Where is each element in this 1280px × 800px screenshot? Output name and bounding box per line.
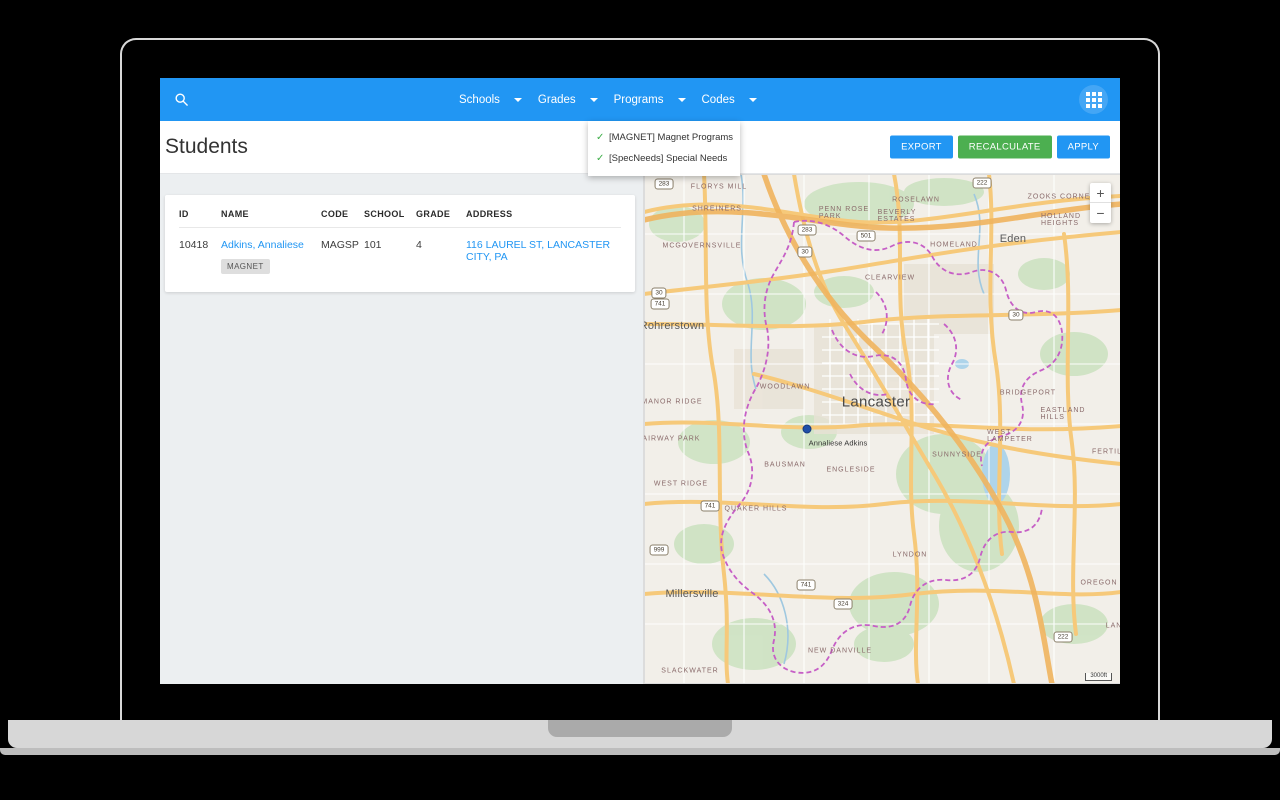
map-panel[interactable]: FLORYS MILL SHREINERS MCGOVERNSVILLE PENN R… xyxy=(643,174,1120,684)
dropdown-label-specneeds: [SpecNeeds] Special Needs xyxy=(609,153,728,164)
map-route-shield: 283 xyxy=(654,178,674,190)
column-header-school: SCHOOL xyxy=(364,209,416,228)
laptop-foot xyxy=(0,748,1280,755)
column-header-grade: GRADE xyxy=(416,209,466,228)
column-header-id: ID xyxy=(179,209,221,228)
content-area: ID NAME CODE SCHOOL GRADE ADDRESS 10418 xyxy=(160,174,1120,684)
map-route-shield: 741 xyxy=(796,579,816,591)
students-table: ID NAME CODE SCHOOL GRADE ADDRESS 10418 xyxy=(179,209,621,274)
apply-button[interactable]: APPLY xyxy=(1056,135,1110,159)
nav-label-codes: Codes xyxy=(701,93,735,106)
export-button[interactable]: EXPORT xyxy=(890,135,953,159)
students-list-pane: ID NAME CODE SCHOOL GRADE ADDRESS 10418 xyxy=(160,174,643,684)
map-route-shield: 324 xyxy=(833,598,853,610)
apps-grid-icon xyxy=(1085,91,1102,108)
header-actions: EXPORT RECALCULATE APPLY xyxy=(890,135,1110,159)
status-badge-magnet: MAGNET xyxy=(221,259,270,274)
nav-label-schools: Schools xyxy=(459,93,500,106)
nav-item-schools[interactable]: Schools xyxy=(450,78,529,121)
programs-dropdown-menu: ✓ [MAGNET] Magnet Programs ✓ [SpecNeeds]… xyxy=(588,121,740,176)
check-icon: ✓ xyxy=(596,132,605,143)
nav-label-grades: Grades xyxy=(537,93,576,106)
nav-label-programs: Programs xyxy=(613,93,664,106)
cell-code: MAGSP xyxy=(321,239,359,251)
nav-item-grades[interactable]: Grades xyxy=(529,78,605,121)
cell-address: 116 LAUREL ST, LANCASTER CITY, PA xyxy=(466,228,621,275)
cell-school: 101 xyxy=(364,239,382,251)
map-scale-bar: 3000ft xyxy=(1085,673,1112,681)
dropdown-item-specneeds[interactable]: ✓ [SpecNeeds] Special Needs xyxy=(588,148,740,169)
column-header-name: NAME xyxy=(221,209,321,228)
map-zoom-controls: + − xyxy=(1090,183,1111,223)
trackpad-notch xyxy=(548,720,732,737)
column-header-code: CODE xyxy=(321,209,364,228)
screen: Schools Grades Programs Codes ✓ [MAGNET]… xyxy=(160,78,1120,684)
app-bar: Schools Grades Programs Codes xyxy=(160,78,1120,121)
dropdown-label-magnet: [MAGNET] Magnet Programs xyxy=(609,132,734,143)
table-header-row: ID NAME CODE SCHOOL GRADE ADDRESS xyxy=(179,209,621,228)
chevron-down-icon xyxy=(513,97,522,102)
cell-name: Adkins, Annaliese MAGNET xyxy=(221,228,321,274)
column-header-address: ADDRESS xyxy=(466,209,621,228)
search-icon[interactable] xyxy=(166,85,196,115)
page-title: Students xyxy=(165,135,248,158)
map-route-shield: 283 xyxy=(797,224,817,236)
map-canvas xyxy=(644,174,1120,684)
map-route-shield: 501 xyxy=(856,230,876,242)
cell-id: 10418 xyxy=(179,239,209,251)
nav-item-codes[interactable]: Codes xyxy=(693,78,764,121)
student-name-link[interactable]: Adkins, Annaliese xyxy=(221,239,304,251)
map-route-shield: 741 xyxy=(700,500,720,512)
recalculate-button[interactable]: RECALCULATE xyxy=(957,135,1052,159)
chevron-down-icon xyxy=(677,97,686,102)
nav-item-programs[interactable]: Programs xyxy=(605,78,693,121)
map-marker-student[interactable] xyxy=(802,424,812,434)
map-route-shield: 741 xyxy=(650,298,670,310)
map-route-shield: 222 xyxy=(1053,631,1073,643)
dropdown-item-magnet[interactable]: ✓ [MAGNET] Magnet Programs xyxy=(588,127,740,148)
map-zoom-in-button[interactable]: + xyxy=(1090,183,1111,203)
table-row[interactable]: 10418 Adkins, Annaliese MAGNET MAGSP 101… xyxy=(179,228,621,275)
laptop-frame: Schools Grades Programs Codes ✓ [MAGNET]… xyxy=(0,0,1280,800)
chevron-down-icon xyxy=(748,97,757,102)
apps-grid-button[interactable] xyxy=(1079,85,1108,114)
map-route-shield: 30 xyxy=(1008,309,1024,321)
chevron-down-icon xyxy=(589,97,598,102)
map-route-shield: 30 xyxy=(797,246,813,258)
cell-grade: 4 xyxy=(416,239,422,251)
student-address-link[interactable]: 116 LAUREL ST, LANCASTER CITY, PA xyxy=(466,239,610,263)
students-table-card: ID NAME CODE SCHOOL GRADE ADDRESS 10418 xyxy=(165,195,635,292)
primary-nav: Schools Grades Programs Codes xyxy=(450,78,764,121)
map-route-shield: 999 xyxy=(649,544,669,556)
map-route-shield: 222 xyxy=(972,177,992,189)
map-zoom-out-button[interactable]: − xyxy=(1090,203,1111,223)
map-route-shield: 30 xyxy=(651,287,667,299)
check-icon: ✓ xyxy=(596,153,605,164)
